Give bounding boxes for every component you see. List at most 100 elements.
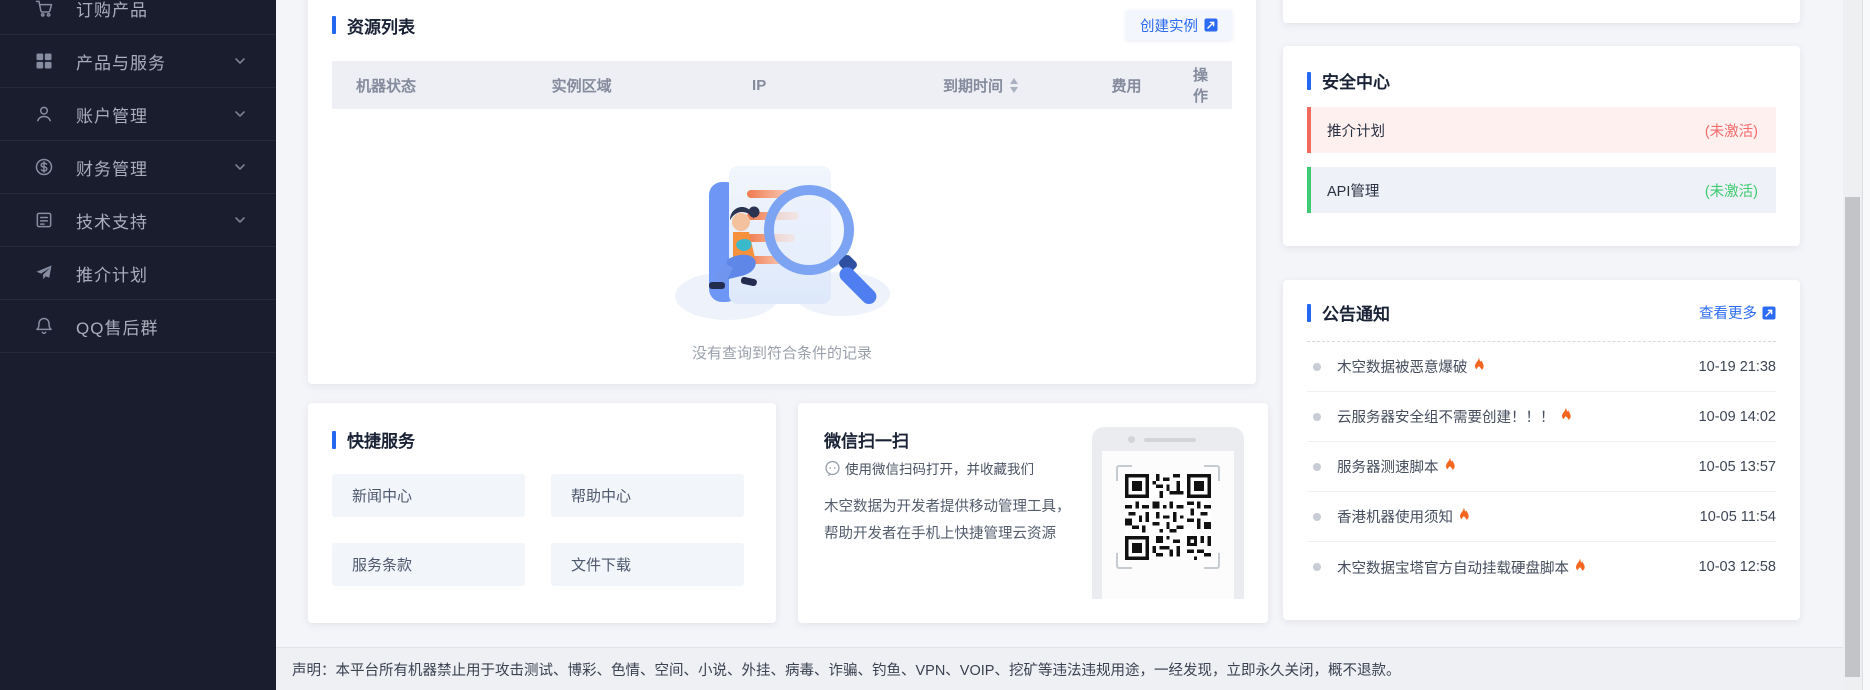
phone-screen: [1102, 451, 1234, 599]
sidebar-item-qq-group[interactable]: QQ售后群: [0, 300, 276, 353]
announcement-time: 10-19 21:38: [1699, 359, 1776, 375]
security-item-referral[interactable]: 推介计划 (未激活): [1307, 107, 1776, 153]
phone-camera-dot: [1128, 436, 1135, 443]
quick-service-downloads[interactable]: 文件下载: [551, 543, 744, 586]
hot-flame-icon: [1456, 507, 1471, 524]
quick-services-header: 快捷服务: [332, 427, 752, 452]
announcement-row[interactable]: 云服务器安全组不需要创建！！！ 10-09 14:02: [1307, 392, 1776, 442]
promote-icon: [34, 263, 54, 283]
sidebar-item-label: 推介计划: [76, 261, 248, 286]
scrollbar-thumb[interactable]: [1845, 197, 1860, 677]
wechat-description: 木空数据为开发者提供移动管理工具，帮助开发者在手机上快捷管理云资源: [824, 494, 1079, 548]
resource-list-card: 资源列表 创建实例 机器状态 实例区域 IP 到期时间 费用 操作: [308, 0, 1256, 384]
window-edge: [1862, 0, 1870, 690]
announcement-title-text: 木空数据宝塔官方自动挂载硬盘脚本: [1337, 557, 1569, 578]
sidebar-item-referral[interactable]: 推介计划: [0, 247, 276, 300]
sidebar-menu: 订购产品 产品与服务 账户管理 财务管理: [0, 0, 276, 353]
security-item-label: API管理: [1327, 180, 1379, 201]
column-machine-status: 机器状态: [356, 75, 552, 96]
bullet-dot: [1313, 563, 1321, 571]
wechat-scan-card: 微信扫一扫 使用微信扫码打开，并收藏我们 木空数据为开发者提供移动管理工具，帮助…: [798, 403, 1268, 623]
title-accent-bar: [332, 431, 336, 449]
announcement-time: 10-05 11:54: [1700, 509, 1776, 525]
resource-card-header: 资源列表 创建实例: [332, 10, 1232, 40]
phone-mockup: [1092, 427, 1244, 599]
chevron-down-icon: [232, 106, 248, 122]
announcement-row[interactable]: 香港机器使用须知 10-05 11:54: [1307, 492, 1776, 542]
title-accent-bar: [1307, 72, 1311, 90]
security-item-api[interactable]: API管理 (未激活): [1307, 167, 1776, 213]
empty-search-illustration: [657, 156, 907, 338]
sort-caret-icon: [1010, 78, 1018, 93]
title-accent-bar: [1307, 304, 1311, 322]
announcement-title: 服务器测速脚本: [1337, 456, 1457, 477]
column-fee: 费用: [1112, 75, 1193, 96]
grid-icon: [34, 51, 54, 71]
qr-frame: [1116, 465, 1220, 569]
finance-icon: [34, 157, 54, 177]
announcement-title-text: 香港机器使用须知: [1337, 506, 1453, 527]
view-more-label: 查看更多: [1699, 302, 1757, 323]
announcement-time: 10-05 13:57: [1699, 459, 1776, 475]
disclaimer-text: 声明：本平台所有机器禁止用于攻击测试、博彩、色情、空间、小说、外挂、病毒、诈骗、…: [292, 659, 1400, 680]
support-icon: [34, 210, 54, 230]
quick-service-help-center[interactable]: 帮助中心: [551, 474, 744, 517]
view-more-link[interactable]: 查看更多: [1699, 302, 1776, 323]
chevron-down-icon: [232, 53, 248, 69]
hot-flame-icon: [1572, 558, 1587, 575]
hot-flame-icon: [1558, 407, 1573, 424]
sidebar-item-label: 账户管理: [76, 102, 232, 127]
announcements-header: 公告通知 查看更多: [1307, 300, 1776, 325]
sidebar-item-products-services[interactable]: 产品与服务: [0, 35, 276, 88]
sidebar-item-label: 订购产品: [76, 0, 248, 21]
empty-state-text: 没有查询到符合条件的记录: [692, 342, 872, 363]
resource-table-header: 机器状态 实例区域 IP 到期时间 费用 操作: [332, 61, 1232, 109]
bell-icon: [34, 316, 54, 336]
quick-service-terms[interactable]: 服务条款: [332, 543, 525, 586]
phone-speaker-slot: [1144, 438, 1196, 442]
sidebar-item-account[interactable]: 账户管理: [0, 88, 276, 141]
column-instance-region: 实例区域: [552, 75, 752, 96]
sidebar-item-order-product[interactable]: 订购产品: [0, 0, 276, 35]
announcement-row[interactable]: 木空数据被恶意爆破 10-19 21:38: [1307, 342, 1776, 392]
external-link-icon: [1762, 306, 1776, 320]
sidebar-item-finance[interactable]: 财务管理: [0, 141, 276, 194]
bullet-dot: [1313, 513, 1321, 521]
announcements-title: 公告通知: [1322, 300, 1390, 325]
security-center-card: 安全中心 推介计划 (未激活) API管理 (未激活): [1283, 46, 1800, 246]
announcements-card: 公告通知 查看更多 木空数据被恶意爆破 10-19 21:38 云服务器安全组不…: [1283, 280, 1800, 620]
column-expire-time-sortable[interactable]: 到期时间: [943, 75, 1112, 96]
announcement-row[interactable]: 木空数据宝塔官方自动挂载硬盘脚本 10-03 12:58: [1307, 542, 1776, 592]
sidebar: 订购产品 产品与服务 账户管理 财务管理: [0, 0, 276, 690]
wechat-title: 微信扫一扫: [824, 427, 1079, 452]
sidebar-item-label: 财务管理: [76, 155, 232, 180]
wechat-subtitle-row: 使用微信扫码打开，并收藏我们: [824, 458, 1079, 478]
sidebar-item-label: 技术支持: [76, 208, 232, 233]
create-instance-label: 创建实例: [1140, 15, 1198, 36]
hot-flame-icon: [1442, 457, 1457, 474]
announcement-title: 木空数据被恶意爆破: [1337, 356, 1486, 377]
external-link-icon: [1204, 18, 1218, 32]
quick-services-title: 快捷服务: [347, 427, 415, 452]
announcement-title: 香港机器使用须知: [1337, 506, 1471, 527]
footer-disclaimer-bar: 声明：本平台所有机器禁止用于攻击测试、博彩、色情、空间、小说、外挂、病毒、诈骗、…: [276, 647, 1843, 690]
security-item-label: 推介计划: [1327, 120, 1385, 141]
chat-bubble-icon: [824, 460, 841, 477]
create-instance-button[interactable]: 创建实例: [1126, 10, 1232, 40]
announcement-time: 10-03 12:58: [1699, 559, 1776, 575]
status-badge: (未激活): [1705, 120, 1758, 141]
announcement-time: 10-09 14:02: [1699, 409, 1776, 425]
column-action: 操作: [1193, 64, 1208, 106]
scrollbar-track[interactable]: [1843, 0, 1862, 690]
user-icon: [34, 104, 54, 124]
announcement-title: 云服务器安全组不需要创建！！！: [1337, 406, 1573, 427]
sidebar-item-support[interactable]: 技术支持: [0, 194, 276, 247]
announcement-title-text: 云服务器安全组不需要创建！！！: [1337, 406, 1555, 427]
announcement-row[interactable]: 服务器测速脚本 10-05 13:57: [1307, 442, 1776, 492]
cart-icon: [34, 0, 54, 18]
bullet-dot: [1313, 363, 1321, 371]
chevron-down-icon: [232, 159, 248, 175]
security-title: 安全中心: [1322, 68, 1390, 93]
quick-service-news-center[interactable]: 新闻中心: [332, 474, 525, 517]
empty-state: 没有查询到符合条件的记录: [332, 109, 1232, 409]
